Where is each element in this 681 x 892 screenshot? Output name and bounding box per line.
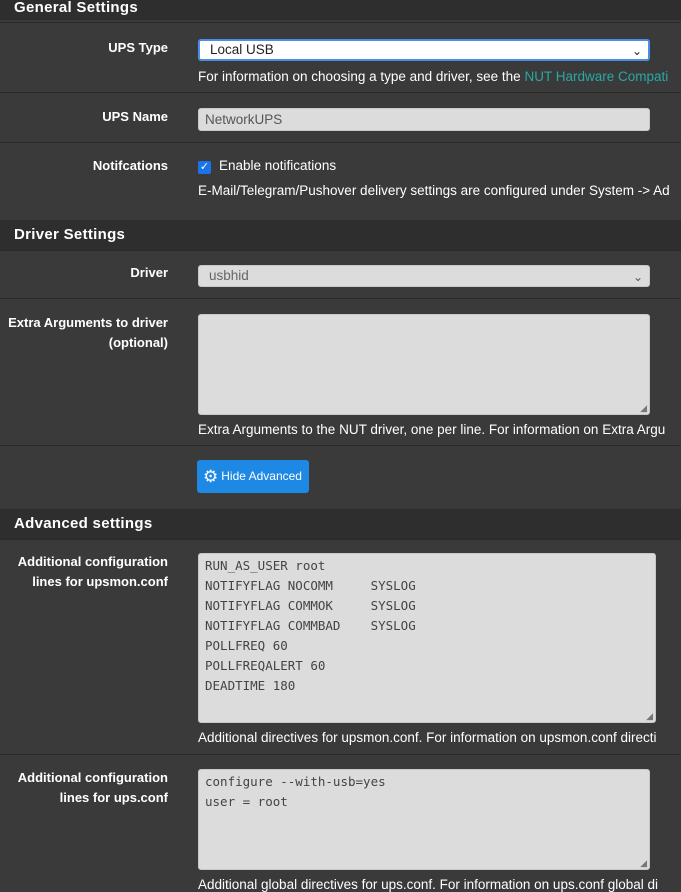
resize-grip-icon[interactable]: ◢ [640,859,647,868]
chevron-down-icon: ⌄ [631,44,642,58]
extra-args-row: Extra Arguments to driver (optional) ◢ E… [0,298,681,445]
driver-settings-title: Driver Settings [14,226,126,243]
ups-type-value: Local USB [210,42,274,57]
driver-value: usbhid [209,268,249,283]
general-settings-heading: General Settings [0,0,681,20]
ups-name-row: UPS Name NetworkUPS [0,92,681,142]
ups-conf-label: Additional configuration lines for ups.c… [18,768,168,808]
advanced-toggle-row [0,445,681,500]
upsmon-help: Additional directives for upsmon.conf. F… [198,730,657,745]
enable-notifications-checkbox[interactable]: ✓ [198,161,211,174]
upsmon-label: Additional configuration lines for upsmo… [18,552,168,592]
upsmon-label-line2: lines for upsmon.conf [32,574,168,589]
ups-type-select[interactable]: Local USB ⌄ [198,39,650,61]
notifications-label: Notifcations [92,158,168,173]
gear-icon: ⚙ [203,467,219,486]
upsmon-row: Additional configuration lines for upsmo… [0,539,681,754]
extra-args-label: Extra Arguments to driver (optional) [8,313,168,353]
hide-advanced-label: Hide Advanced [221,469,302,483]
advanced-settings-heading: Advanced settings [0,509,681,539]
resize-grip-icon[interactable]: ◢ [646,712,653,721]
notifications-help: E-Mail/Telegram/Pushover delivery settin… [198,183,670,198]
chevron-down-icon: ⌄ [632,270,643,284]
advanced-settings-title: Advanced settings [14,515,153,532]
ups-type-row: UPS Type Local USB ⌄ For information on … [0,22,681,92]
resize-grip-icon[interactable]: ◢ [640,404,647,413]
extra-args-label-line2: (optional) [108,335,168,350]
upsmon-label-line1: Additional configuration [17,554,168,569]
nut-hardware-link[interactable]: NUT Hardware Compati [524,69,668,84]
extra-args-textarea[interactable]: ◢ [198,314,650,415]
ups-name-input[interactable]: NetworkUPS [198,108,650,131]
ups-type-label: UPS Type [108,40,168,55]
ups-conf-textarea[interactable]: configure --with-usb=yes user = root ◢ [198,769,650,870]
ups-type-help-text: For information on choosing a type and d… [198,69,525,84]
driver-select[interactable]: usbhid ⌄ [198,265,650,287]
notifications-row: Notifcations ✓ Enable notifications E-Ma… [0,142,681,210]
hide-advanced-button[interactable]: ⚙ Hide Advanced [197,460,309,493]
driver-settings-heading: Driver Settings [0,220,681,250]
enable-notifications-label: Enable notifications [219,158,337,173]
extra-args-value [199,315,649,319]
ups-conf-value: configure --with-usb=yes user = root [205,774,386,809]
ups-name-label: UPS Name [102,109,168,124]
driver-label: Driver [130,265,168,280]
ups-conf-label-line1: Additional configuration [17,770,168,785]
general-settings-title: General Settings [14,0,139,16]
extra-args-label-line1: Extra Arguments to driver [8,315,168,330]
ups-conf-row: Additional configuration lines for ups.c… [0,754,681,892]
ups-conf-help: Additional global directives for ups.con… [198,877,659,892]
extra-args-help: Extra Arguments to the NUT driver, one p… [198,422,666,437]
ups-type-help: For information on choosing a type and d… [198,69,668,84]
driver-row: Driver usbhid ⌄ [0,250,681,298]
ups-conf-label-line2: lines for ups.conf [59,790,168,805]
upsmon-textarea[interactable]: RUN_AS_USER root NOTIFYFLAG NOCOMM SYSLO… [198,553,656,723]
upsmon-value: RUN_AS_USER root NOTIFYFLAG NOCOMM SYSLO… [205,558,416,693]
